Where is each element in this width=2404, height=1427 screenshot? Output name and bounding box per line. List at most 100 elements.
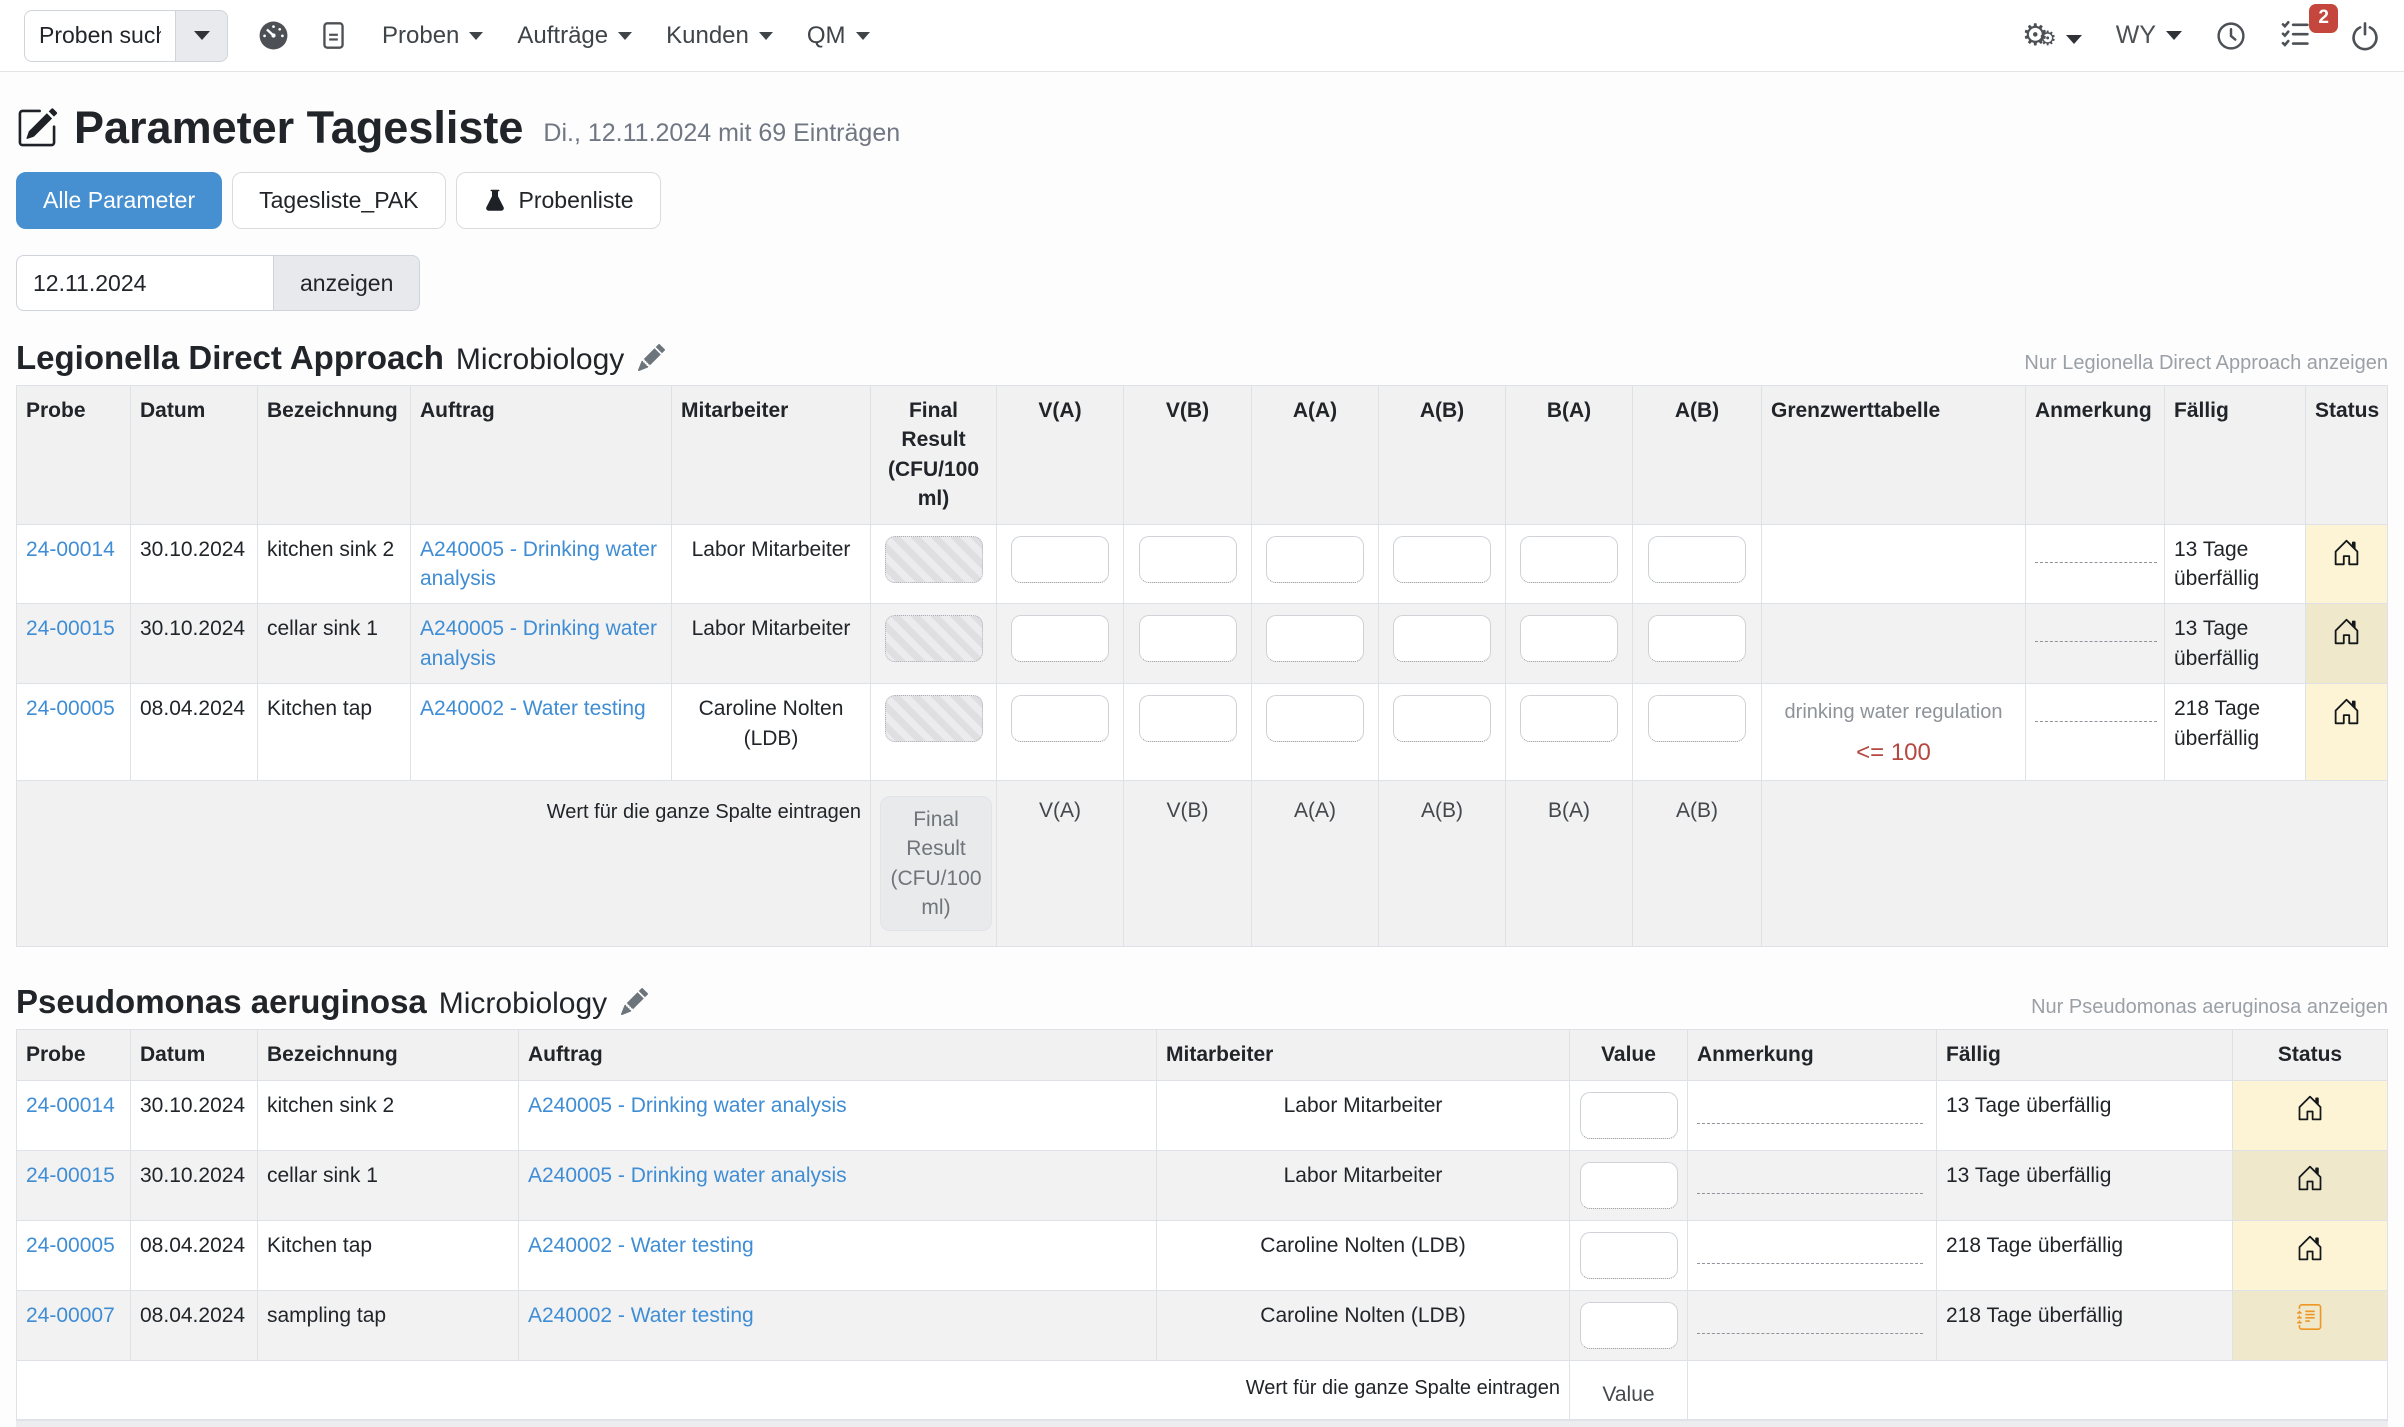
next-section-edge [16,1420,2388,1427]
menu-proben[interactable]: Proben [382,22,483,50]
ab-input[interactable] [1393,695,1491,742]
ab2-column-input[interactable] [1642,791,1752,824]
flask-icon [483,189,507,213]
ab2-input[interactable] [1648,615,1746,662]
pencil-icon[interactable] [621,988,648,1020]
settings-menu[interactable]: ⚙⚙ [2022,21,2082,51]
anmerkung-field[interactable] [1697,1333,1923,1334]
ab-column-input[interactable] [1388,791,1496,824]
aa-input[interactable] [1266,615,1364,662]
auftrag-link[interactable]: A240002 - Water testing [528,1234,754,1257]
probe-link[interactable]: 24-00015 [26,617,115,640]
col-header-grenzwert: Grenzwerttabelle [1762,386,2026,525]
datum-cell: 08.04.2024 [131,1220,258,1290]
anmerkung-field[interactable] [1697,1123,1923,1124]
pseudomonas-table: Probe Datum Bezeichnung Auftrag Mitarbei… [16,1029,2388,1420]
ab-input[interactable] [1393,615,1491,662]
va-input[interactable] [1011,615,1109,662]
date-input[interactable] [16,255,274,311]
filter-link-legionella[interactable]: Nur Legionella Direct Approach anzeigen [2024,352,2388,375]
value-input[interactable] [1580,1232,1678,1279]
vb-input[interactable] [1139,695,1237,742]
vb-input[interactable] [1139,536,1237,583]
legionella-header-row: Probe Datum Bezeichnung Auftrag Mitarbei… [17,386,2388,525]
tasks-button[interactable]: 2 [2280,18,2310,53]
ba-column-input[interactable] [1515,791,1623,824]
probe-link[interactable]: 24-00014 [26,538,115,561]
user-menu[interactable]: WY [2116,21,2182,50]
menu-kunden[interactable]: Kunden [666,22,773,50]
clock-icon[interactable] [2216,21,2246,51]
aa-input[interactable] [1266,695,1364,742]
mitarbeiter-cell: Labor Mitarbeiter [1157,1150,1570,1220]
auftrag-link[interactable]: A240005 - Drinking water analysis [528,1094,847,1117]
probe-link[interactable]: 24-00007 [26,1304,115,1327]
bezeichnung-cell: sampling tap [258,1290,519,1360]
filter-link-pseudomonas[interactable]: Nur Pseudomonas aeruginosa anzeigen [2031,996,2388,1019]
vb-column-input[interactable] [1133,791,1242,824]
tab-probenliste[interactable]: Probenliste [456,172,661,229]
show-button[interactable]: anzeigen [274,255,420,311]
va-input[interactable] [1011,695,1109,742]
house-icon [2296,1094,2324,1130]
col-header-value: Value [1570,1030,1688,1080]
search-dropdown-button[interactable] [176,10,228,62]
value-column-input[interactable] [1579,1371,1678,1408]
column-fill-row: Wert für die ganze Spalte eintragen [17,1360,2388,1419]
probe-link[interactable]: 24-00014 [26,1094,115,1117]
ba-input[interactable] [1520,615,1618,662]
journal-icon [2297,1304,2323,1338]
mitarbeiter-cell: Labor Mitarbeiter [672,604,871,684]
anmerkung-field[interactable] [2035,721,2157,722]
col-header-ab: A(B) [1379,386,1506,525]
ab-input[interactable] [1393,536,1491,583]
menu-qm[interactable]: QM [807,22,870,50]
anmerkung-field[interactable] [2035,562,2157,563]
pencil-icon[interactable] [638,344,665,376]
probe-link[interactable]: 24-00015 [26,1164,115,1187]
va-input[interactable] [1011,536,1109,583]
value-input[interactable] [1580,1302,1678,1349]
ba-input[interactable] [1520,536,1618,583]
table-row: 24-00014 30.10.2024 kitchen sink 2 A2400… [17,1080,2388,1150]
probe-link[interactable]: 24-00005 [26,697,115,720]
menu-auftraege[interactable]: Aufträge [517,22,632,50]
power-icon[interactable] [2350,21,2380,51]
col-header-va: V(A) [997,386,1124,525]
ba-input[interactable] [1520,695,1618,742]
chevron-down-icon [2066,35,2082,44]
mitarbeiter-cell: Caroline Nolten (LDB) [672,684,871,781]
auftrag-link[interactable]: A240002 - Water testing [528,1304,754,1327]
ab2-input[interactable] [1648,536,1746,583]
grenzwert-limit: <= 100 [1771,736,2016,770]
auftrag-link[interactable]: A240002 - Water testing [420,697,646,720]
datum-cell: 30.10.2024 [131,1150,258,1220]
tab-alle-parameter[interactable]: Alle Parameter [16,172,222,229]
final-result-input-disabled [885,536,983,583]
auftrag-link[interactable]: A240005 - Drinking water analysis [420,617,657,669]
document-icon[interactable] [319,21,348,50]
final-result-input-disabled [885,695,983,742]
anmerkung-field[interactable] [1697,1193,1923,1194]
mitarbeiter-cell: Caroline Nolten (LDB) [1157,1220,1570,1290]
anmerkung-field[interactable] [2035,641,2157,642]
col-header-probe: Probe [17,1030,131,1080]
dashboard-icon[interactable] [258,20,289,51]
tab-tagesliste-pak[interactable]: Tagesliste_PAK [232,172,445,229]
auftrag-link[interactable]: A240005 - Drinking water analysis [528,1164,847,1187]
ab2-input[interactable] [1648,695,1746,742]
aa-column-input[interactable] [1261,791,1369,824]
grenzwert-cell: drinking water regulation <= 100 [1762,684,2026,781]
probe-link[interactable]: 24-00005 [26,1234,115,1257]
auftrag-link[interactable]: A240005 - Drinking water analysis [420,538,657,590]
bezeichnung-cell: kitchen sink 2 [258,1080,519,1150]
aa-input[interactable] [1266,536,1364,583]
search-input[interactable] [24,10,176,62]
value-input[interactable] [1580,1092,1678,1139]
datum-cell: 30.10.2024 [131,1080,258,1150]
va-column-input[interactable] [1006,791,1114,824]
value-input[interactable] [1580,1162,1678,1209]
vb-input[interactable] [1139,615,1237,662]
anmerkung-field[interactable] [1697,1263,1923,1264]
table-row: 24-00007 08.04.2024 sampling tap A240002… [17,1290,2388,1360]
